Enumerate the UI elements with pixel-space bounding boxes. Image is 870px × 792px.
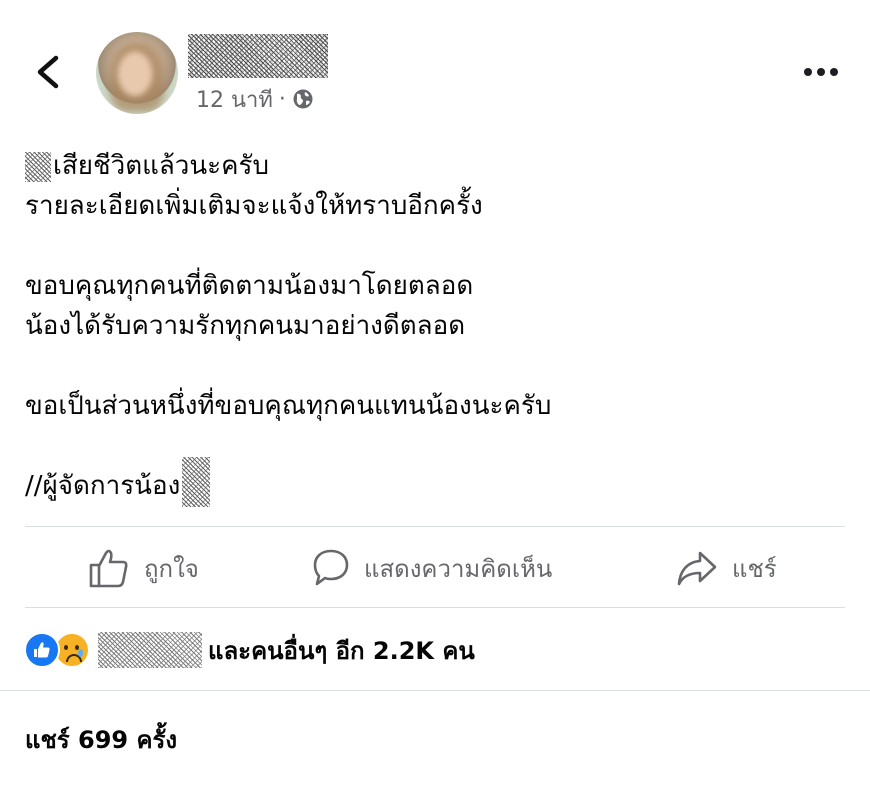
author-avatar[interactable] — [96, 32, 178, 114]
post-line: น้องได้รับความรักทุกคนมาอย่างดีตลอด — [25, 311, 466, 341]
post-text: เสียชีวิตแล้วนะครับ รายละเอียดเพิ่มเติมจ… — [25, 146, 855, 507]
comment-button[interactable]: แสดงความคิดเห็น — [312, 546, 552, 590]
divider — [25, 607, 845, 608]
comment-label: แสดงความคิดเห็น — [364, 554, 553, 583]
more-options-button[interactable] — [800, 60, 844, 84]
post-line: เสียชีวิตแล้วนะครับ — [25, 146, 855, 186]
reactions-summary[interactable]: และคนอื่นๆ อีก 2.2K คน — [24, 632, 475, 668]
post-line: รายละเอียดเพิ่มเติมจะแจ้งให้ทราบอีกครั้ง — [25, 191, 483, 221]
thumbs-up-icon — [89, 549, 128, 588]
globe-icon — [293, 89, 313, 109]
share-count[interactable]: แชร์ 699 ครั้ง — [25, 720, 177, 759]
post-line: ขอบคุณทุกคนที่ติดตามน้องมาโดยตลอด — [25, 271, 474, 301]
redacted-name — [25, 151, 51, 182]
comment-icon — [313, 549, 349, 586]
cropped-text — [25, 782, 265, 792]
back-button[interactable] — [26, 48, 70, 96]
redacted-name — [182, 456, 211, 507]
like-reaction-icon — [24, 632, 60, 668]
post-meta: 12 นาที · — [196, 84, 314, 114]
like-label: ถูกใจ — [144, 554, 199, 583]
like-button[interactable]: ถูกใจ — [88, 546, 199, 590]
share-button[interactable]: แชร์ — [676, 546, 777, 590]
post-line: ขอเป็นส่วนหนึ่งที่ขอบคุณทุกคนแทนน้องนะคร… — [25, 391, 552, 421]
author-name-redacted[interactable] — [188, 34, 328, 78]
redacted-names — [98, 632, 202, 668]
share-label: แชร์ — [732, 554, 777, 583]
divider — [0, 690, 870, 691]
chevron-left-icon — [37, 55, 59, 89]
post-line: //ผู้จัดการน้อง — [25, 456, 855, 507]
share-arrow-icon — [677, 551, 717, 586]
reaction-count: และคนอื่นๆ อีก 2.2K คน — [208, 636, 475, 665]
thumbs-up-icon — [34, 642, 50, 658]
divider — [25, 526, 845, 527]
avatar-face — [118, 52, 152, 96]
meta-separator: · — [278, 86, 286, 112]
post-time[interactable]: 12 นาที — [196, 82, 273, 117]
more-horizontal-icon — [804, 68, 838, 76]
